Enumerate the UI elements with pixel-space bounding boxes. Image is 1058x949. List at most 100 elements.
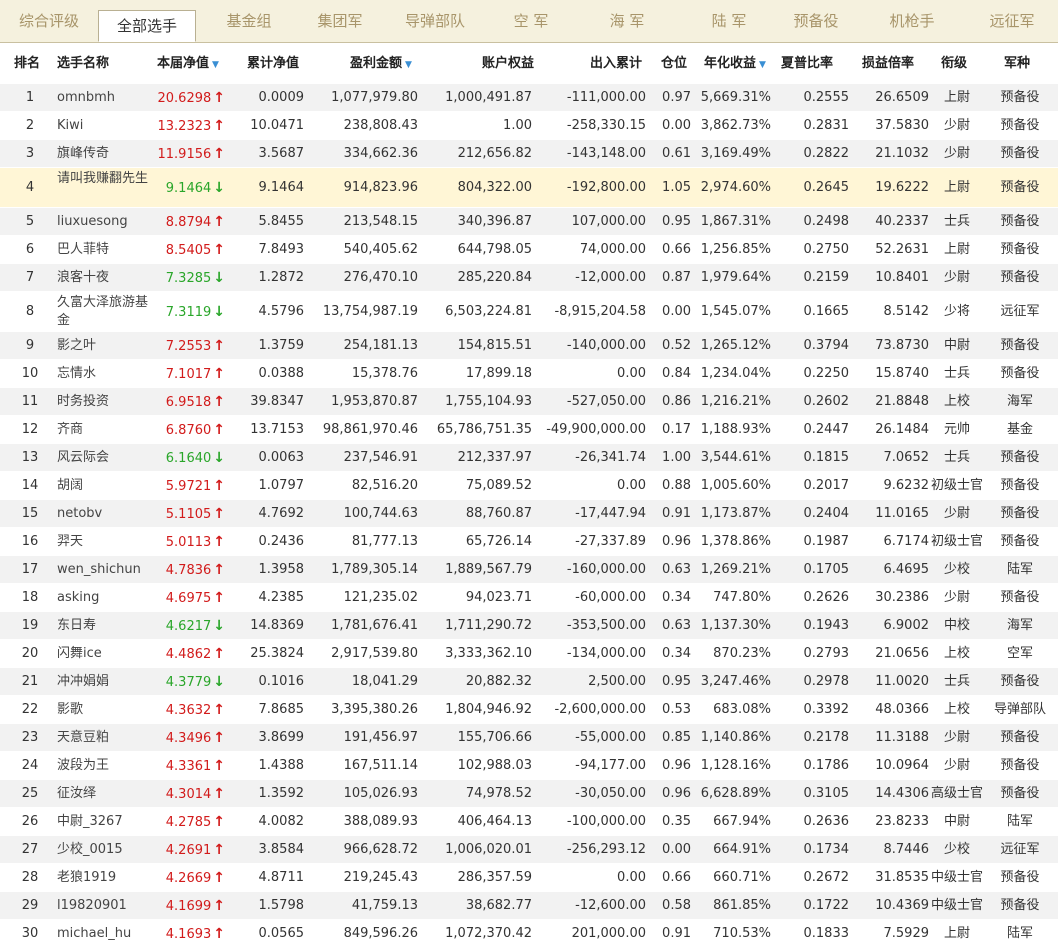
rank-cell: 2 <box>25 118 35 133</box>
player-name-link[interactable]: 齐商 <box>57 416 157 444</box>
table-row[interactable]: 26 中尉_3267 4.2785 ↑ 4.0082 388,089.93 406,464.… <box>0 808 1058 836</box>
sort-caret-icon[interactable]: ▼ <box>759 60 766 70</box>
player-name-link[interactable]: 影歌 <box>57 696 157 724</box>
tab-item[interactable]: 全部选手 <box>98 10 196 42</box>
flow-cell: 0.00 <box>617 366 646 381</box>
table-row[interactable]: 15 netobv 5.1105 ↑ 4.7692 100,744.63 88,760.87… <box>0 500 1058 528</box>
table-row[interactable]: 24 波段为王 4.3361 ↑ 1.4388 167,511.14 102,988.03-… <box>0 752 1058 780</box>
tab-item[interactable]: 集团军 <box>302 0 378 42</box>
table-row[interactable]: 27 少校_0015 4.2691 ↑ 3.8584 966,628.72 1,006,02… <box>0 836 1058 864</box>
current-nav-cell: 4.2785 ↑ <box>155 808 225 837</box>
sharpe-cell: 0.2822 <box>803 146 850 161</box>
annual-cell: 6,628.89% <box>700 786 771 801</box>
player-name-link[interactable]: 羿天 <box>57 528 157 556</box>
annual-cell: 1,188.93% <box>700 422 771 437</box>
pos-cell: 0.91 <box>662 926 691 941</box>
table-row[interactable]: 9 影之叶 7.2553 ↑ 1.3759 254,181.13 154,815.51 -14… <box>0 332 1058 360</box>
player-name-link[interactable]: 闪舞ice <box>57 640 157 668</box>
player-name-link[interactable]: omnbmh <box>57 84 157 112</box>
table-row[interactable]: 17 wen_shichun 4.7836 ↑ 1.3958 1,789,305.14 1,… <box>0 556 1058 584</box>
table-row[interactable]: 18 asking 4.6975 ↑ 4.2385 121,235.02 94,023.71… <box>0 584 1058 612</box>
column-header[interactable]: 本届净值 ▼ <box>157 43 219 84</box>
tab-item[interactable]: 远征军 <box>966 0 1058 42</box>
table-row[interactable]: 8 久富大泽旅游基金 7.3119 ↓ 4.5796 13,754,987.19 6,503… <box>0 292 1058 332</box>
table-row[interactable]: 11 时务投资 6.9518 ↑ 39.8347 1,953,870.87 1,755,10… <box>0 388 1058 416</box>
arrow-up-icon: ↑ <box>213 90 225 106</box>
sharpe-cell: 0.2250 <box>803 366 850 381</box>
table-row[interactable]: 25 征汝绎 4.3014 ↑ 1.3592 105,026.93 74,978.52 -30… <box>0 780 1058 808</box>
column-header[interactable]: 盈利金额 ▼ <box>350 43 412 84</box>
player-name-link[interactable]: 风云际会 <box>57 444 157 472</box>
table-row[interactable]: 19 东日寿 4.6217 ↓ 14.8369 1,781,676.41 1,711,290… <box>0 612 1058 640</box>
tab-item[interactable]: 陆 军 <box>684 0 774 42</box>
player-name-link[interactable]: 忘情水 <box>57 360 157 388</box>
table-row[interactable]: 20 闪舞ice 4.4862 ↑ 25.3824 2,917,539.80 3,333,3… <box>0 640 1058 668</box>
table-row[interactable]: 13 风云际会 6.1640 ↓ 0.0063 237,546.91 212,337.97-… <box>0 444 1058 472</box>
player-name-link[interactable]: 东日寿 <box>57 612 157 640</box>
table-row[interactable]: 6 巴人菲特 8.5405 ↑ 7.8493 540,405.62 644,798.05 74… <box>0 236 1058 264</box>
equity-cell: 65,726.14 <box>465 534 532 549</box>
profit-cell: 2,917,539.80 <box>331 646 418 661</box>
player-name-link[interactable]: Kiwi <box>57 112 157 140</box>
table-row[interactable]: 16 羿天 5.0113 ↑ 0.2436 81,777.13 65,726.14 -27,3… <box>0 528 1058 556</box>
player-name-link[interactable]: 天意豆粕 <box>57 724 157 752</box>
player-name-link[interactable]: 巴人菲特 <box>57 236 157 264</box>
table-row[interactable]: 1 omnbmh 20.6298 ↑ 0.0009 1,077,979.80 1,000,4… <box>0 84 1058 112</box>
player-name-link[interactable]: 征汝绎 <box>57 780 157 808</box>
equity-cell: 88,760.87 <box>465 506 532 521</box>
tab-item[interactable]: 预备役 <box>774 0 858 42</box>
player-name-link[interactable]: michael_hu <box>57 920 157 948</box>
tab-item[interactable]: 机枪手 <box>858 0 966 42</box>
player-name-link[interactable]: liuxuesong <box>57 208 157 236</box>
table-row[interactable]: 4 请叫我赚翻先生 9.1464 ↓ 9.1464 914,823.96 804,322.0… <box>0 168 1058 208</box>
sort-caret-icon[interactable]: ▼ <box>405 60 412 70</box>
table-row[interactable]: 28 老狼1919 4.2669 ↑ 4.8711 219,245.43 286,357.5… <box>0 864 1058 892</box>
tab-item[interactable]: 综合评级 <box>3 0 95 42</box>
tab-item[interactable]: 海 军 <box>570 0 684 42</box>
pos-cell: 0.61 <box>662 146 691 161</box>
current-nav-value: 4.3361 <box>165 759 212 774</box>
annual-cell: 5,669.31% <box>700 90 771 105</box>
player-name-link[interactable]: 中尉_3267 <box>57 808 157 836</box>
player-name-link[interactable]: 冲冲娟娟 <box>57 668 157 696</box>
equity-cell: 644,798.05 <box>457 242 532 257</box>
player-name-link[interactable]: 胡阔 <box>57 472 157 500</box>
player-name-link[interactable]: asking <box>57 584 157 612</box>
player-name-link[interactable]: wen_shichun <box>57 556 157 584</box>
grade-cell: 上校 <box>943 646 970 661</box>
current-nav-cell: 4.3014 ↑ <box>155 780 225 809</box>
tab-item[interactable]: 导弹部队 <box>378 0 492 42</box>
table-row[interactable]: 7 浪客十夜 7.3285 ↓ 1.2872 276,470.10 285,220.84 -1… <box>0 264 1058 292</box>
table-row[interactable]: 3 旗峰传奇 11.9156 ↑ 3.5687 334,662.36 212,656.82 -… <box>0 140 1058 168</box>
pl-cell: 10.0964 <box>875 758 929 773</box>
profit-cell: 1,077,979.80 <box>331 90 418 105</box>
tab-item[interactable]: 空 军 <box>492 0 570 42</box>
player-name-link[interactable]: netobv <box>57 500 157 528</box>
table-row[interactable]: 12 齐商 6.8760 ↑ 13.7153 98,861,970.46 65,786,75… <box>0 416 1058 444</box>
player-name-link[interactable]: 少校_0015 <box>57 836 157 864</box>
cum-cell: 1.5798 <box>258 898 305 913</box>
player-name-link[interactable]: 波段为王 <box>57 752 157 780</box>
player-name-link[interactable]: 时务投资 <box>57 388 157 416</box>
sort-caret-icon[interactable]: ▼ <box>212 60 219 70</box>
player-name-link[interactable]: 旗峰传奇 <box>57 140 157 168</box>
player-name-link[interactable]: 浪客十夜 <box>57 264 157 292</box>
table-row[interactable]: 22 影歌 4.3632 ↑ 7.8685 3,395,380.26 1,804,946.9… <box>0 696 1058 724</box>
player-name-link[interactable]: 久富大泽旅游基金 <box>57 294 149 330</box>
table-row[interactable]: 30 michael_hu 4.1693 ↑ 0.0565 849,596.26 1,072… <box>0 920 1058 948</box>
table-row[interactable]: 23 天意豆粕 4.3496 ↑ 3.8699 191,456.97 155,706.66-… <box>0 724 1058 752</box>
table-row[interactable]: 10 忘情水 7.1017 ↑ 0.0388 15,378.76 17,899.18 0.00… <box>0 360 1058 388</box>
table-row[interactable]: 14 胡阔 5.9721 ↑ 1.0797 82,516.20 75,089.52 0.00 0… <box>0 472 1058 500</box>
player-name-link[interactable]: 请叫我赚翻先生 <box>57 170 149 188</box>
player-name-link[interactable]: 影之叶 <box>57 332 157 360</box>
table-row[interactable]: 2 Kiwi 13.2323 ↑ 10.0471 238,808.43 1.00 -258,3… <box>0 112 1058 140</box>
profit-cell: 1,953,870.87 <box>331 394 418 409</box>
tab-item[interactable]: 基金组 <box>196 0 302 42</box>
arrow-down-icon: ↓ <box>213 270 225 286</box>
player-name-link[interactable]: 老狼1919 <box>57 864 157 892</box>
table-row[interactable]: 5 liuxuesong 8.8794 ↑ 5.8455 213,548.15 340,39… <box>0 208 1058 236</box>
table-row[interactable]: 29 l19820901 4.1699 ↑ 1.5798 41,759.13 38,682.… <box>0 892 1058 920</box>
column-header[interactable]: 年化收益 ▼ <box>704 43 766 84</box>
table-row[interactable]: 21 冲冲娟娟 4.3779 ↓ 0.1016 18,041.29 20,882.32 2,5… <box>0 668 1058 696</box>
player-name-link[interactable]: l19820901 <box>57 892 157 920</box>
